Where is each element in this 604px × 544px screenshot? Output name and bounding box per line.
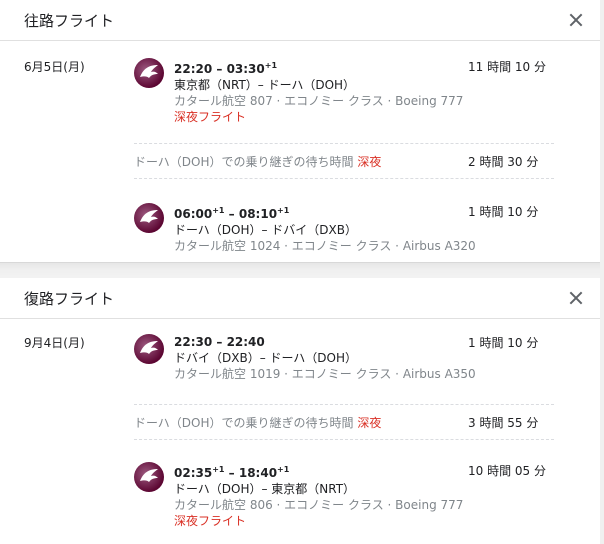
- layover-row: ドーハ（DOH）での乗り継ぎの待ち時間 深夜 2 時間 30 分: [134, 143, 554, 179]
- flight-duration: 11 時間 10 分: [468, 60, 546, 74]
- scroll-edge: [600, 0, 604, 544]
- return-flight-panel: 復路フライト 9月4日(月) 22:30 – 22:40 ドバイ（DXB）– ド…: [0, 278, 600, 544]
- flight-date: 6月5日(月): [24, 60, 85, 74]
- outbound-flight-panel: 往路フライト 6月5日(月) 22:20 – 03:30+1 東京都（NRT）–…: [0, 0, 600, 262]
- flight-route: ドーハ（DOH）– 東京都（NRT）: [174, 482, 356, 496]
- flight-date: 9月4日(月): [24, 336, 85, 350]
- flight-duration: 10 時間 05 分: [468, 464, 546, 478]
- layover-text: ドーハ（DOH）での乗り継ぎの待ち時間 深夜: [134, 155, 382, 169]
- overnight-badge: 深夜: [357, 416, 382, 430]
- flight-route: ドバイ（DXB）– ドーハ（DOH）: [174, 351, 357, 365]
- flight-meta: カタール航空 1019 · エコノミー クラス · Airbus A350: [174, 367, 476, 381]
- panel-header: 往路フライト: [0, 0, 600, 41]
- flight-times: 06:00+1 – 08:10+1: [174, 206, 290, 221]
- airline-logo-icon: [134, 203, 164, 233]
- panel-header: 復路フライト: [0, 278, 600, 319]
- layover-text: ドーハ（DOH）での乗り継ぎの待ち時間 深夜: [134, 416, 382, 430]
- flight-route: 東京都（NRT）– ドーハ（DOH）: [174, 78, 356, 92]
- layover-duration: 3 時間 55 分: [468, 416, 539, 430]
- flight-times: 22:30 – 22:40: [174, 335, 265, 349]
- airline-logo-icon: [134, 58, 164, 88]
- overnight-badge: 深夜: [357, 155, 382, 169]
- layover-row: ドーハ（DOH）での乗り継ぎの待ち時間 深夜 3 時間 55 分: [134, 404, 554, 440]
- flight-meta: カタール航空 807 · エコノミー クラス · Boeing 777: [174, 94, 464, 108]
- close-icon[interactable]: [564, 8, 588, 32]
- overnight-badge: 深夜フライト: [174, 110, 247, 124]
- overnight-badge: 深夜フライト: [174, 514, 247, 528]
- flight-duration: 1 時間 10 分: [468, 336, 539, 350]
- close-icon[interactable]: [564, 286, 588, 310]
- flight-meta: カタール航空 1024 · エコノミー クラス · Airbus A320: [174, 239, 476, 253]
- layover-duration: 2 時間 30 分: [468, 155, 539, 169]
- flight-times: 22:20 – 03:30+1: [174, 61, 278, 76]
- flight-route: ドーハ（DOH）– ドバイ（DXB）: [174, 223, 357, 237]
- flight-meta: カタール航空 806 · エコノミー クラス · Boeing 777: [174, 498, 464, 512]
- panel-title: 往路フライト: [24, 12, 115, 30]
- flight-duration: 1 時間 10 分: [468, 205, 539, 219]
- flight-times: 02:35+1 – 18:40+1: [174, 465, 290, 480]
- airline-logo-icon: [134, 334, 164, 364]
- panel-divider: [0, 262, 604, 279]
- panel-title: 復路フライト: [24, 290, 115, 308]
- airline-logo-icon: [134, 462, 164, 492]
